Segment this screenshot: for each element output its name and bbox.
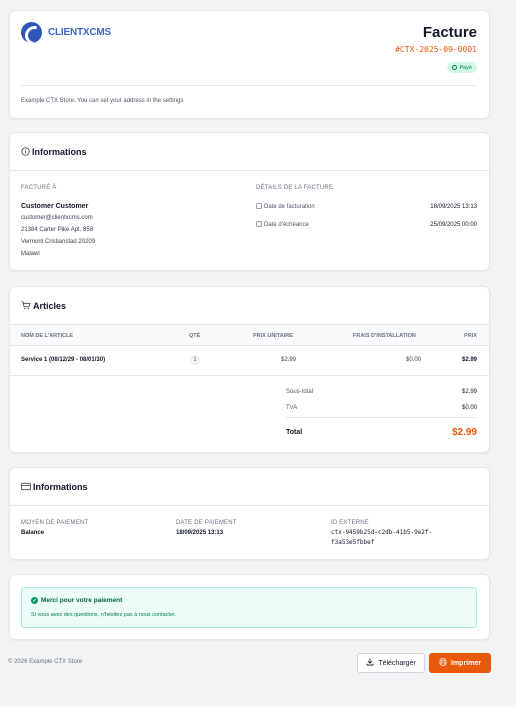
invoice-title: Facture [422, 24, 477, 41]
col-price: PRIX [464, 333, 477, 339]
check-circle-icon: ✓ [31, 597, 38, 604]
payment-method-label: MOYEN DE PAIEMENT [21, 520, 89, 526]
external-id-line: f3a53e5fbbef [331, 539, 375, 546]
tax-value: $0.00 [461, 405, 477, 411]
download-icon [366, 658, 374, 668]
cart-icon [21, 301, 31, 310]
alert-text: Si vous avez des questions, n'hésitez pa… [31, 612, 177, 618]
status-badge: Payé [447, 62, 477, 73]
download-button[interactable]: Télécharger [357, 653, 425, 673]
print-button[interactable]: Imprimer [429, 653, 491, 673]
invoice-number: #CTX-2025-09-0001 [395, 45, 477, 54]
articles-header: Articles [10, 287, 489, 325]
payment-method: MOYEN DE PAIEMENT Balance [21, 520, 88, 536]
subtotal-row: Sous-total $2.99 [286, 389, 477, 395]
col-unit-price: PRIX UNITAIRE [253, 333, 293, 339]
item-price: $2.99 [461, 357, 477, 363]
calendar-icon [256, 203, 262, 209]
divider [286, 417, 477, 418]
check-circle-icon [452, 65, 458, 70]
brand-logo[interactable]: CLIENTXCMS [21, 22, 111, 43]
table-header: NOM DE L'ARTICLE QTÉ PRIX UNITAIRE FRAIS… [10, 325, 489, 346]
success-alert: ✓ Merci pour votre paiement Si vous avez… [21, 587, 477, 628]
subtotal-label: Sous-total [286, 389, 314, 395]
customer-name: Customer Customer [21, 203, 89, 210]
customer-email: customer@clientxcms.com [21, 215, 93, 221]
payment-date: DATE DE PAIEMENT 18/09/2025 13:13 [176, 520, 237, 536]
informations-header: Informations [10, 133, 489, 171]
invoice-header-card: CLIENTXCMS Facture #CTX-2025-09-0001 Pay… [9, 10, 490, 119]
due-date-value: 25/09/2025 00:00 [430, 221, 477, 228]
item-unit-price: $2.99 [281, 357, 297, 363]
item-qty: 1 [190, 355, 200, 365]
info-icon [21, 147, 30, 156]
invoice-details-label: DÉTAILS DE LA FACTURE [256, 185, 334, 191]
thanks-card: ✓ Merci pour votre paiement Si vous avez… [9, 574, 490, 640]
billed-to-label: FACTURÉ À [21, 185, 57, 191]
item-name: Service 1 (08/12/29 - 08/01/30) [21, 357, 106, 363]
copyright: © 2026 Example CTX Store [8, 659, 83, 665]
payment-title: Informations [33, 481, 88, 492]
logo-icon [21, 22, 42, 43]
tax-label: TVA [286, 405, 298, 411]
col-name: NOM DE L'ARTICLE [21, 333, 74, 339]
external-id-line: ctx-9459b25d-c2db-41b5-9e2f- [331, 529, 433, 536]
status-text: Payé [459, 64, 472, 71]
invoice-date-row: Date de facturation 18/09/2025 13:13 [256, 203, 477, 210]
payment-method-value: Balance [21, 530, 45, 536]
tax-row: TVA $0.00 [286, 405, 477, 411]
print-label: Imprimer [451, 659, 481, 667]
item-setup-fee: $0.00 [406, 357, 422, 363]
external-id: ID EXTERNE ctx-9459b25d-c2db-41b5-9e2f- … [331, 520, 432, 548]
alert-title: ✓ Merci pour votre paiement [31, 597, 122, 604]
payment-date-label: DATE DE PAIEMENT [176, 520, 237, 526]
customer-city: Vermont Cristianstad 20209 [21, 239, 96, 245]
alert-title-text: Merci pour votre paiement [41, 597, 123, 604]
informations-title: Informations [32, 146, 87, 157]
due-date-label: Date d'échéance [264, 222, 309, 228]
store-address: Example CTX Store, You can set your addr… [21, 98, 184, 104]
subtotal-value: $2.99 [461, 389, 477, 395]
external-id-label: ID EXTERNE [331, 520, 370, 526]
total-value: $2.99 [451, 427, 477, 438]
credit-card-icon [21, 482, 31, 491]
informations-card: Informations FACTURÉ À DÉTAILS DE LA FAC… [9, 132, 490, 271]
payment-header: Informations [10, 468, 489, 506]
total-label: Total [286, 429, 303, 436]
articles-title: Articles [33, 300, 67, 311]
payment-card: Informations MOYEN DE PAIEMENT Balance D… [9, 467, 490, 560]
external-id-value: ctx-9459b25d-c2db-41b5-9e2f- f3a53e5fbbe… [331, 528, 432, 548]
invoice-date-label: Date de facturation [264, 204, 315, 210]
divider [21, 85, 477, 86]
printer-icon [439, 658, 447, 668]
logo-text: CLIENTXCMS [48, 27, 112, 38]
due-date-row: Date d'échéance 25/09/2025 00:00 [256, 221, 477, 228]
calendar-icon [256, 221, 262, 227]
download-label: Télécharger [378, 659, 416, 667]
total-row: Total $2.99 [286, 427, 477, 438]
table-row: Service 1 (08/12/29 - 08/01/30) 1 $2.99 … [10, 346, 489, 376]
col-qty: QTÉ [189, 333, 201, 339]
invoice-date-value: 18/09/2025 13:13 [430, 203, 477, 210]
customer-street: 21384 Carter Pike Apt. 858 [21, 227, 94, 233]
articles-card: Articles NOM DE L'ARTICLE QTÉ PRIX UNITA… [9, 286, 490, 453]
customer-country: Malawi [21, 251, 40, 257]
col-setup-fee: FRAIS D'INSTALLATION [353, 333, 416, 339]
payment-date-value: 18/09/2025 13:13 [176, 530, 224, 536]
